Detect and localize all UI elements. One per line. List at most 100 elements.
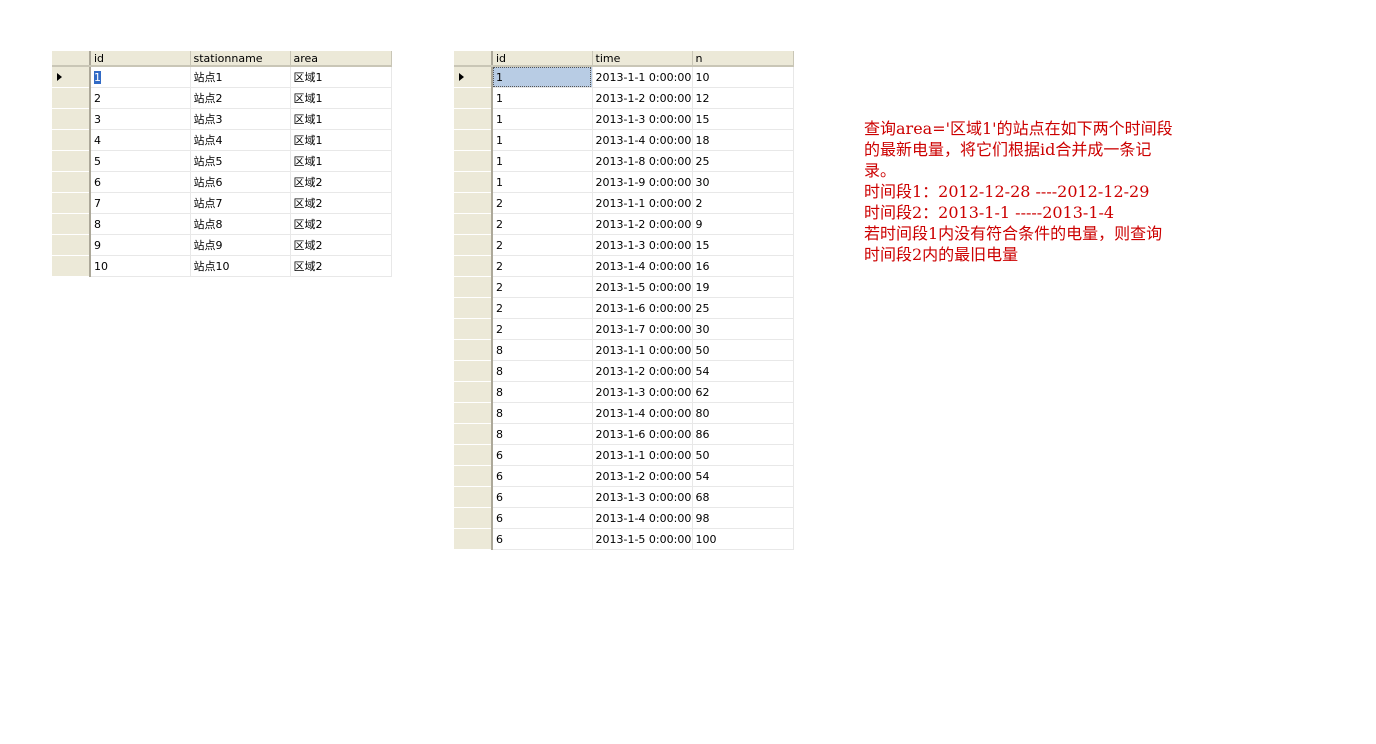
table-row[interactable]: 6 2013-1-2 0:00:00 54 [454,465,794,487]
cell-area[interactable]: 区域1 [290,150,392,172]
table-row[interactable]: 6 2013-1-5 0:00:00 100 [454,528,794,550]
cell-n[interactable]: 54 [692,360,794,382]
table-row[interactable]: 6 2013-1-1 0:00:00 50 [454,444,794,466]
column-header-id[interactable]: id [90,51,191,67]
cell-time[interactable]: 2013-1-3 0:00:00 [592,234,693,256]
row-selector[interactable] [52,213,91,235]
table-row[interactable]: 8 2013-1-1 0:00:00 50 [454,339,794,361]
table-row[interactable]: 5 站点5 区域1 [52,150,392,172]
cell-stationname[interactable]: 站点4 [190,129,291,151]
cell-id[interactable]: 2 [492,234,593,256]
cell-time[interactable]: 2013-1-2 0:00:00 [592,213,693,235]
cell-time[interactable]: 2013-1-9 0:00:00 [592,171,693,193]
table-row[interactable]: 1 2013-1-4 0:00:00 18 [454,129,794,151]
row-selector[interactable] [52,192,91,214]
cell-area[interactable]: 区域2 [290,255,392,277]
table-row[interactable]: 8 2013-1-6 0:00:00 86 [454,423,794,445]
cell-n[interactable]: 98 [692,507,794,529]
cell-n[interactable]: 30 [692,171,794,193]
cell-n[interactable]: 18 [692,129,794,151]
cell-id[interactable]: 6 [492,465,593,487]
row-selector[interactable] [454,66,493,88]
row-selector[interactable] [454,192,493,214]
table-row[interactable]: 4 站点4 区域1 [52,129,392,151]
cell-n[interactable]: 15 [692,108,794,130]
table-row[interactable]: 1 2013-1-1 0:00:00 10 [454,66,794,88]
cell-id[interactable]: 8 [90,213,191,235]
row-selector[interactable] [52,66,91,88]
cell-id[interactable]: 8 [492,339,593,361]
table-row[interactable]: 1 站点1 区域1 [52,66,392,88]
cell-id[interactable]: 9 [90,234,191,256]
cell-n[interactable]: 19 [692,276,794,298]
cell-stationname[interactable]: 站点10 [190,255,291,277]
row-selector[interactable] [454,381,493,403]
cell-time[interactable]: 2013-1-7 0:00:00 [592,318,693,340]
cell-id[interactable]: 2 [492,192,593,214]
cell-id[interactable]: 1 [492,129,593,151]
cell-id[interactable]: 2 [492,276,593,298]
cell-time[interactable]: 2013-1-1 0:00:00 [592,192,693,214]
row-selector[interactable] [454,150,493,172]
cell-stationname[interactable]: 站点1 [190,66,291,88]
row-selector[interactable] [454,87,493,109]
cell-id[interactable]: 2 [492,297,593,319]
cell-n[interactable]: 25 [692,150,794,172]
cell-stationname[interactable]: 站点6 [190,171,291,193]
cell-area[interactable]: 区域2 [290,192,392,214]
cell-id[interactable]: 3 [90,108,191,130]
row-selector[interactable] [52,234,91,256]
cell-stationname[interactable]: 站点5 [190,150,291,172]
cell-stationname[interactable]: 站点8 [190,213,291,235]
table-row[interactable]: 3 站点3 区域1 [52,108,392,130]
table-row[interactable]: 9 站点9 区域2 [52,234,392,256]
table-row[interactable]: 2 2013-1-7 0:00:00 30 [454,318,794,340]
cell-time[interactable]: 2013-1-4 0:00:00 [592,402,693,424]
cell-n[interactable]: 50 [692,339,794,361]
cell-time[interactable]: 2013-1-1 0:00:00 [592,444,693,466]
table-row[interactable]: 2 2013-1-6 0:00:00 25 [454,297,794,319]
table-row[interactable]: 1 2013-1-3 0:00:00 15 [454,108,794,130]
cell-id[interactable]: 6 [492,528,593,550]
cell-n[interactable]: 9 [692,213,794,235]
table-row[interactable]: 2 2013-1-5 0:00:00 19 [454,276,794,298]
cell-id[interactable]: 8 [492,402,593,424]
cell-time[interactable]: 2013-1-8 0:00:00 [592,150,693,172]
cell-area[interactable]: 区域2 [290,234,392,256]
table-row[interactable]: 8 2013-1-4 0:00:00 80 [454,402,794,424]
cell-n[interactable]: 80 [692,402,794,424]
cell-id[interactable]: 6 [492,507,593,529]
cell-n[interactable]: 86 [692,423,794,445]
cell-area[interactable]: 区域2 [290,213,392,235]
row-selector[interactable] [52,108,91,130]
cell-time[interactable]: 2013-1-3 0:00:00 [592,381,693,403]
cell-n[interactable]: 54 [692,465,794,487]
row-selector[interactable] [454,528,493,550]
cell-id[interactable]: 1 [492,66,593,88]
row-selector[interactable] [454,234,493,256]
cell-n[interactable]: 12 [692,87,794,109]
row-selector[interactable] [454,339,493,361]
cell-id[interactable]: 1 [492,87,593,109]
cell-id[interactable]: 1 [492,150,593,172]
cell-n[interactable]: 50 [692,444,794,466]
cell-n[interactable]: 62 [692,381,794,403]
row-selector[interactable] [454,318,493,340]
cell-id[interactable]: 10 [90,255,191,277]
cell-time[interactable]: 2013-1-1 0:00:00 [592,66,693,88]
cell-time[interactable]: 2013-1-5 0:00:00 [592,528,693,550]
table-row[interactable]: 8 2013-1-3 0:00:00 62 [454,381,794,403]
row-selector[interactable] [454,486,493,508]
table-row[interactable]: 8 站点8 区域2 [52,213,392,235]
cell-time[interactable]: 2013-1-4 0:00:00 [592,129,693,151]
cell-id[interactable]: 4 [90,129,191,151]
row-selector[interactable] [454,360,493,382]
row-selector[interactable] [454,129,493,151]
cell-time[interactable]: 2013-1-2 0:00:00 [592,87,693,109]
column-header-id[interactable]: id [492,51,593,67]
cell-stationname[interactable]: 站点3 [190,108,291,130]
cell-id[interactable]: 1 [492,108,593,130]
cell-stationname[interactable]: 站点9 [190,234,291,256]
cell-time[interactable]: 2013-1-3 0:00:00 [592,486,693,508]
cell-id[interactable]: 2 [492,318,593,340]
